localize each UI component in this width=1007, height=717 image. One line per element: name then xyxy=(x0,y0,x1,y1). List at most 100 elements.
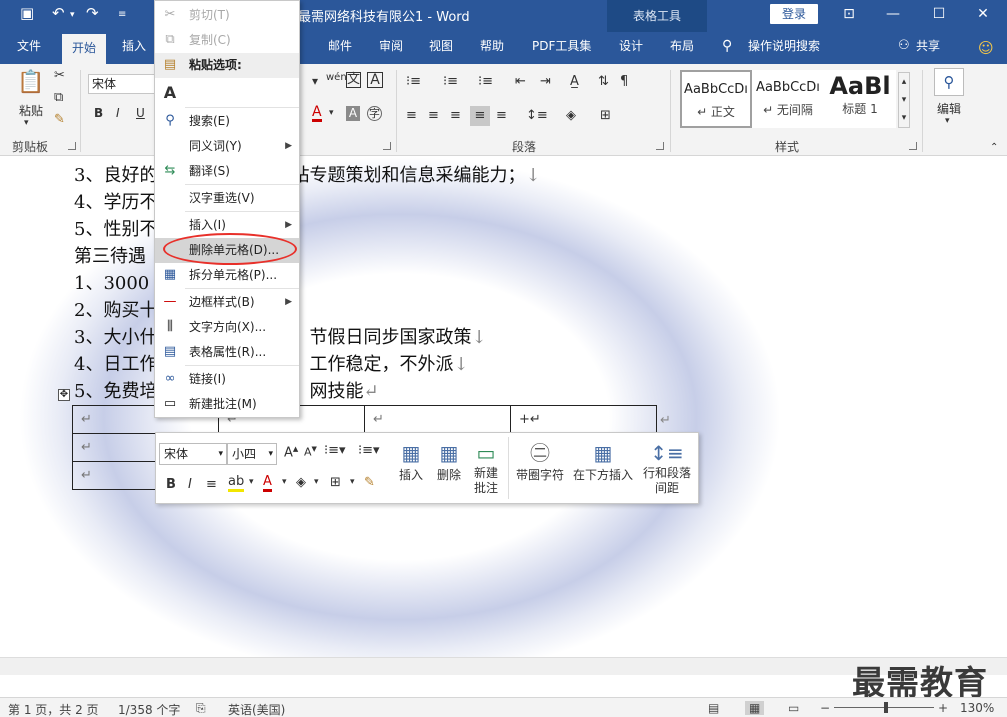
shading-icon[interactable]: ◈ xyxy=(296,475,306,490)
paste-dropdown-icon[interactable]: ▾ xyxy=(24,118,29,128)
close-icon[interactable]: ✕ xyxy=(963,3,1003,25)
mini-insert-button[interactable]: ▦ 插入 xyxy=(394,440,428,483)
mini-line-spacing-button[interactable]: ↕≡ 行和段落 间距 xyxy=(640,440,694,496)
borders-icon[interactable]: ⊞ xyxy=(600,108,611,123)
mini-size-select[interactable]: 小四 ▾ xyxy=(227,443,277,465)
styles-scroll-icon[interactable]: ▴ ▾ ▾ xyxy=(898,72,910,128)
font-launcher-icon[interactable] xyxy=(383,142,391,150)
mini-delete-button[interactable]: ▦ 删除 xyxy=(432,440,466,483)
find-icon[interactable]: ⚲ xyxy=(934,68,964,96)
menu-item-table-properties[interactable]: ▤ 表格属性(R)... xyxy=(155,340,299,365)
paste-icon[interactable]: 📋 xyxy=(14,70,48,95)
minimize-icon[interactable]: — xyxy=(873,3,913,25)
italic-icon[interactable]: I xyxy=(188,477,192,492)
format-painter-icon[interactable]: ✎ xyxy=(364,475,375,490)
menu-item-border-styles[interactable]: — 边框样式(B) ▶ xyxy=(155,290,299,315)
menu-item-copy[interactable]: ⧉ 复制(C) xyxy=(155,28,299,53)
tab-home[interactable]: 开始 xyxy=(62,34,107,64)
menu-item-text-direction[interactable]: ⫼ 文字方向(X)... xyxy=(155,315,299,340)
document-area[interactable]: 3、良好的 强的网站专题策划和信息采编能力；↓ 4、学历不 5、性别不 第三待遇 … xyxy=(0,157,1007,657)
paragraph-launcher-icon[interactable] xyxy=(656,142,664,150)
phonetic-guide-icon[interactable]: wén xyxy=(326,72,347,83)
numbering-icon[interactable]: ⁝≡ xyxy=(443,74,458,89)
font-color-icon[interactable]: A xyxy=(312,105,322,122)
increase-indent-icon[interactable]: ⇥ xyxy=(540,74,551,89)
save-icon[interactable]: ▣ xyxy=(20,4,34,22)
center-align-icon[interactable]: ≡ xyxy=(206,477,217,492)
undo-dropdown-icon[interactable]: ▾ xyxy=(70,10,75,20)
menu-item-search[interactable]: ⚲ 搜索(E) xyxy=(155,109,299,134)
tab-review[interactable]: 审阅 xyxy=(379,32,403,64)
tab-file[interactable]: 文件 xyxy=(17,32,41,64)
justify-icon[interactable]: ≡ xyxy=(470,106,490,126)
shading-dropdown-icon[interactable]: ▾ xyxy=(314,477,319,487)
style-heading-1[interactable]: AaBl 标题 1 xyxy=(824,70,896,128)
menu-item-synonyms[interactable]: 同义词(Y) ▶ xyxy=(155,134,299,159)
distributed-icon[interactable]: ≡ xyxy=(496,108,507,123)
mini-insert-below-button[interactable]: ▦ 在下方插入 xyxy=(570,440,636,483)
editing-button[interactable]: 编辑 xyxy=(934,100,964,117)
numbering-icon[interactable]: ⁝≡▾ xyxy=(358,443,380,458)
menu-item-cut[interactable]: ✂ 剪切(T) xyxy=(155,3,299,28)
menu-item-link[interactable]: ∞ 链接(I) xyxy=(155,367,299,392)
proofing-icon[interactable]: ⎘ xyxy=(196,701,206,716)
read-mode-icon[interactable]: ▤ xyxy=(708,701,719,715)
font-color-icon[interactable]: A xyxy=(263,475,272,492)
highlight-color-icon[interactable]: ab xyxy=(228,475,245,492)
tell-me-search[interactable]: 操作说明搜索 xyxy=(748,32,820,64)
tab-mailings[interactable]: 邮件 xyxy=(328,32,352,64)
style-no-spacing[interactable]: AaBbCcDı ↵ 无间隔 xyxy=(752,70,824,128)
style-normal[interactable]: AaBbCcDı ↵ 正文 xyxy=(680,70,752,128)
tab-insert[interactable]: 插入 xyxy=(122,32,146,64)
font-color-dropdown-icon[interactable]: ▾ xyxy=(282,477,287,487)
bullets-icon[interactable]: ⁝≡▾ xyxy=(324,443,346,458)
align-center-icon[interactable]: ≡ xyxy=(428,108,439,123)
styles-launcher-icon[interactable] xyxy=(909,142,917,150)
enclosed-char-icon[interactable]: 字 xyxy=(367,106,382,121)
bold-icon[interactable]: B xyxy=(94,106,103,120)
table-cell[interactable]: +↵ xyxy=(510,405,657,434)
line-spacing-icon[interactable]: ↕≡ xyxy=(526,108,548,123)
zoom-level[interactable]: 130% xyxy=(960,701,994,715)
mini-font-select[interactable]: 宋体 ▾ xyxy=(159,443,227,465)
font-name-box[interactable]: 宋体 xyxy=(88,74,158,94)
menu-item-new-comment[interactable]: ▭ 新建批注(M) xyxy=(155,392,299,417)
sort-icon[interactable]: ⇅ xyxy=(598,74,609,89)
zoom-slider-thumb[interactable] xyxy=(884,702,888,713)
cut-icon[interactable]: ✂ xyxy=(54,68,65,83)
smiley-feedback-icon[interactable]: ☺ xyxy=(978,34,994,66)
tab-view[interactable]: 视图 xyxy=(429,32,453,64)
align-right-icon[interactable]: ≡ xyxy=(450,108,461,123)
underline-icon[interactable]: U xyxy=(136,106,145,120)
tab-layout[interactable]: 布局 xyxy=(670,32,694,64)
borders-dropdown-icon[interactable]: ▾ xyxy=(350,477,355,487)
maximize-icon[interactable]: ☐ xyxy=(919,3,959,25)
menu-item-translate[interactable]: ⇆ 翻译(S) xyxy=(155,159,299,184)
page-count[interactable]: 第 1 页，共 2 页 xyxy=(8,701,99,717)
redo-icon[interactable]: ↷ xyxy=(86,4,99,22)
italic-icon[interactable]: I xyxy=(116,106,120,120)
bullets-icon[interactable]: ⁝≡ xyxy=(406,74,421,89)
decrease-indent-icon[interactable]: ⇤ xyxy=(515,74,526,89)
mini-enclosed-char-button[interactable]: ㊁带圈字符 xyxy=(514,440,566,483)
shading-icon[interactable]: ◈ xyxy=(566,108,576,123)
login-button[interactable]: 登录 xyxy=(770,4,818,24)
clipboard-launcher-icon[interactable] xyxy=(68,142,76,150)
menu-item-split-cells[interactable]: ▦ 拆分单元格(P)... xyxy=(155,263,299,288)
customize-qat-icon[interactable]: ≡ xyxy=(118,9,126,20)
zoom-out-icon[interactable]: − xyxy=(820,701,830,715)
zoom-in-icon[interactable]: + xyxy=(938,701,948,715)
share-button[interactable]: 共享 xyxy=(916,32,940,64)
menu-item-reconvert[interactable]: 汉字重选(V) xyxy=(155,186,299,211)
table-cell[interactable]: ↵ xyxy=(364,405,511,434)
tab-design[interactable]: 设计 xyxy=(619,32,643,64)
show-marks-icon[interactable]: ¶ xyxy=(620,74,628,89)
font-color-dropdown-icon[interactable]: ▾ xyxy=(329,108,334,118)
align-left-icon[interactable]: ≡ xyxy=(406,108,417,123)
print-layout-icon[interactable]: ▦ xyxy=(745,701,765,715)
grow-font-icon[interactable]: A▲ xyxy=(284,445,298,460)
multilevel-list-icon[interactable]: ⁝≡ xyxy=(478,74,493,89)
shrink-font-icon[interactable]: A▼ xyxy=(304,445,317,459)
char-shading-box-icon[interactable]: A xyxy=(367,72,383,88)
paste-button[interactable]: 粘贴 xyxy=(14,102,48,119)
